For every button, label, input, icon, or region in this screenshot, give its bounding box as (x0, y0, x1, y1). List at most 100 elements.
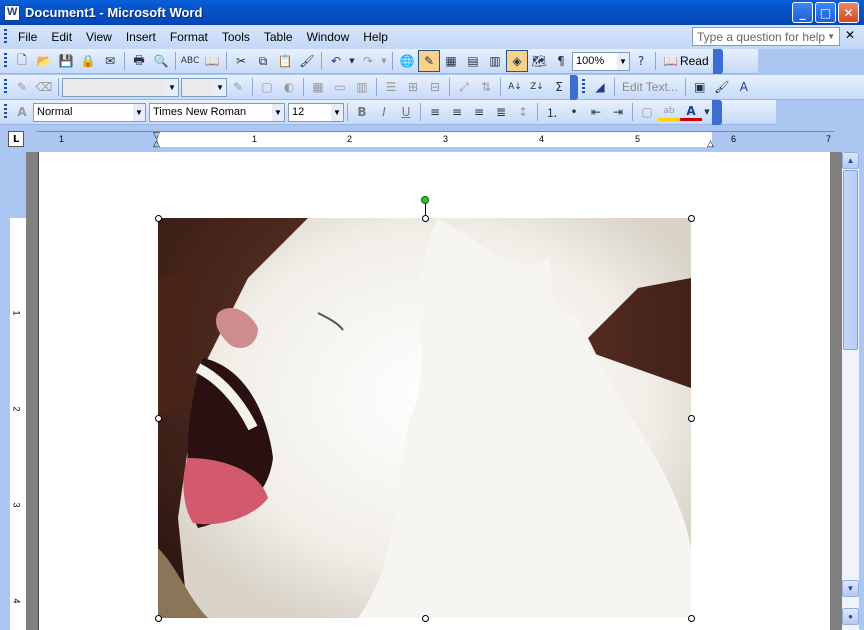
outside-border-icon[interactable]: ▢ (636, 101, 658, 123)
menu-view[interactable]: View (79, 28, 119, 46)
highlight-icon[interactable]: ab (658, 103, 680, 121)
chevron-down-icon[interactable]: ▼ (166, 78, 178, 96)
distribute-rows-icon[interactable]: ⊞ (402, 76, 424, 98)
style-select[interactable]: Normal ▼ (33, 102, 146, 122)
toolbar-grip[interactable] (4, 79, 7, 95)
vertical-scrollbar[interactable]: ▲ ▼ ● (842, 152, 859, 630)
chevron-down-icon[interactable]: ▼ (133, 103, 145, 121)
font-select[interactable]: Times New Roman ▼ (149, 102, 285, 122)
research-icon[interactable]: 📖 (201, 50, 223, 72)
document-close-icon[interactable]: ✕ (845, 28, 855, 42)
distribute-columns-icon[interactable]: ⊟ (424, 76, 446, 98)
cut-icon[interactable]: ✂ (230, 50, 252, 72)
paste-icon[interactable]: 📋 (274, 50, 296, 72)
redo-icon[interactable]: ↷ (357, 50, 379, 72)
eraser-icon[interactable]: ⌫ (33, 76, 55, 98)
email-icon[interactable]: ✉ (99, 50, 121, 72)
merge-cells-icon[interactable]: ▭ (329, 76, 351, 98)
toolbar-options-icon[interactable] (712, 99, 722, 125)
zoom-select[interactable]: 100% ▼ (572, 51, 630, 71)
toolbar-grip[interactable] (4, 53, 7, 69)
hanging-indent-icon[interactable]: △ (153, 138, 160, 149)
wordart-shape-icon[interactable]: A (733, 76, 755, 98)
sort-descending-icon[interactable]: Z↓ (526, 76, 548, 98)
chevron-down-icon[interactable]: ▼ (214, 78, 226, 96)
menu-tools[interactable]: Tools (215, 28, 257, 46)
chevron-down-icon[interactable]: ▼ (702, 101, 712, 123)
toolbar-options-icon[interactable] (712, 48, 723, 74)
resize-handle-e[interactable] (688, 415, 695, 422)
draw-table-icon[interactable]: ✎ (11, 76, 33, 98)
edit-text-button[interactable]: Edit Text... (618, 80, 682, 94)
chevron-down-icon[interactable]: ▼ (331, 103, 343, 121)
justify-icon[interactable]: ≣ (490, 101, 512, 123)
align-left-icon[interactable]: ≡ (424, 101, 446, 123)
lion-image[interactable] (158, 218, 691, 618)
align-right-icon[interactable]: ≡ (468, 101, 490, 123)
italic-icon[interactable]: I (373, 101, 395, 123)
line-weight-select[interactable]: ▼ (181, 77, 227, 97)
resize-handle-sw[interactable] (155, 615, 162, 622)
underline-icon[interactable]: U (395, 101, 417, 123)
scroll-up-icon[interactable]: ▲ (842, 152, 859, 169)
line-style-select[interactable]: ▼ (62, 77, 179, 97)
align-center-icon[interactable]: ≡ (446, 101, 468, 123)
resize-handle-se[interactable] (688, 615, 695, 622)
wordart-gallery-icon[interactable]: ▣ (689, 76, 711, 98)
print-preview-icon[interactable]: 🔍 (150, 50, 172, 72)
line-spacing-icon[interactable]: ↕ (512, 101, 534, 123)
resize-handle-n[interactable] (422, 215, 429, 222)
font-size-select[interactable]: 12 ▼ (288, 102, 344, 122)
hyperlink-icon[interactable]: 🌐 (396, 50, 418, 72)
toolbar-options-icon[interactable] (570, 74, 578, 100)
chevron-down-icon[interactable]: ▼ (272, 103, 284, 121)
chevron-down-icon[interactable]: ▼ (617, 52, 629, 70)
undo-dropdown-icon[interactable]: ▼ (347, 50, 357, 72)
help-icon[interactable]: ? (630, 50, 652, 72)
scroll-down-icon[interactable]: ▼ (842, 580, 859, 597)
show-hide-icon[interactable]: ¶ (550, 50, 572, 72)
maximize-button[interactable]: □ (815, 2, 836, 23)
menu-format[interactable]: Format (163, 28, 215, 46)
text-direction-icon[interactable]: ⇅ (475, 76, 497, 98)
autosum-icon[interactable]: Σ (548, 76, 570, 98)
close-button[interactable]: ✕ (838, 2, 859, 23)
insert-table-icon[interactable]: ▦ (307, 76, 329, 98)
menu-edit[interactable]: Edit (44, 28, 79, 46)
sort-ascending-icon[interactable]: A↓ (504, 76, 526, 98)
format-wordart-icon[interactable]: 🖌 (711, 76, 733, 98)
print-icon[interactable]: 🖶 (128, 50, 150, 72)
bold-icon[interactable]: B (351, 101, 373, 123)
align-icon[interactable]: ☰ (380, 76, 402, 98)
increase-indent-icon[interactable]: ⇥ (607, 101, 629, 123)
menu-table[interactable]: Table (257, 28, 300, 46)
insert-excel-icon[interactable]: ▤ (462, 50, 484, 72)
menu-insert[interactable]: Insert (119, 28, 163, 46)
tab-selector[interactable]: L (8, 131, 24, 147)
browse-object-icon[interactable]: ● (842, 608, 859, 625)
chevron-down-icon[interactable]: ▼ (827, 32, 835, 41)
spelling-icon[interactable]: ABC (179, 50, 201, 72)
numbering-icon[interactable]: ⒈ (541, 101, 563, 123)
new-document-icon[interactable]: 🗋 (11, 50, 33, 72)
menu-help[interactable]: Help (356, 28, 395, 46)
styles-formatting-icon[interactable]: A (11, 101, 33, 123)
tables-borders-icon[interactable]: ✎ (418, 50, 440, 72)
menu-window[interactable]: Window (300, 28, 357, 46)
font-color-icon[interactable]: A (680, 103, 702, 121)
drawing-icon[interactable]: ◈ (506, 50, 528, 72)
horizontal-ruler[interactable]: 1 1 2 3 4 5 6 7 ▽ △ △ (36, 130, 834, 149)
split-cells-icon[interactable]: ▥ (351, 76, 373, 98)
scroll-thumb[interactable] (843, 170, 858, 350)
bullets-icon[interactable]: • (563, 101, 585, 123)
border-color-icon[interactable]: ✎ (227, 76, 249, 98)
undo-icon[interactable]: ↶ (325, 50, 347, 72)
minimize-button[interactable]: _ (792, 2, 813, 23)
borders-icon[interactable]: ▢ (256, 76, 278, 98)
shading-icon[interactable]: ◐ (278, 76, 300, 98)
menu-file[interactable]: File (11, 28, 44, 46)
toolbar-grip[interactable] (4, 104, 7, 120)
help-search-box[interactable]: Type a question for help ▼ (692, 27, 840, 46)
document-map-icon[interactable]: 🗺 (528, 50, 550, 72)
columns-icon[interactable]: ▥ (484, 50, 506, 72)
